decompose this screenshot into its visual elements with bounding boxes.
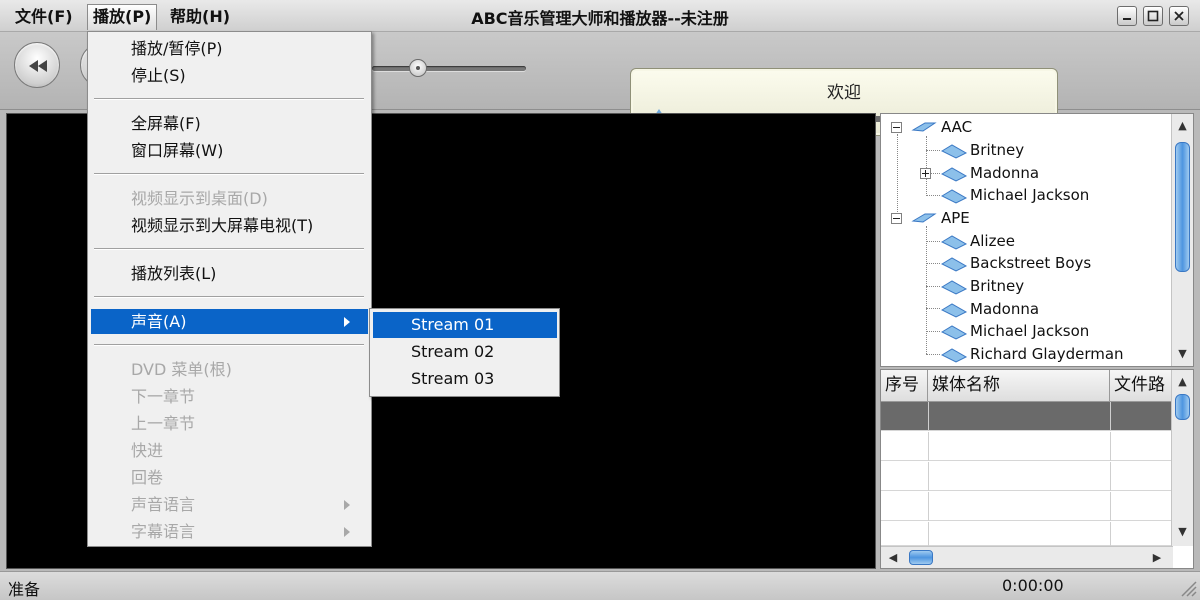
menu-file[interactable]: 文件(F): [10, 4, 78, 30]
menu-item-audio-label: 声音(A): [131, 312, 187, 331]
playlist-vscroll-thumb[interactable]: [1175, 394, 1190, 420]
menu-item-stop[interactable]: 停止(S): [91, 63, 368, 88]
audio-submenu: Stream 01 Stream 02 Stream 03: [369, 308, 560, 397]
menu-separator: [94, 98, 364, 100]
library-tree: AAC Britney Madonna Michael Jackson APE …: [880, 113, 1194, 367]
table-row[interactable]: [881, 462, 1173, 491]
folder-icon: [940, 235, 968, 250]
maximize-button[interactable]: [1143, 6, 1163, 26]
tree-line: [926, 263, 940, 264]
playlist-hscrollbar[interactable]: ◀ ▶: [881, 546, 1173, 568]
menu-item-dvd-menu: DVD 菜单(根): [131, 360, 232, 379]
folder-icon: [940, 348, 968, 363]
menu-help[interactable]: 帮助(H): [165, 4, 235, 30]
menu-item-next-chapter: 下一章节: [131, 387, 196, 406]
playlist-hscroll-thumb[interactable]: [909, 550, 933, 565]
volume-slider-track[interactable]: [372, 66, 526, 71]
tree-scrollbar[interactable]: ▲ ▼: [1171, 114, 1193, 366]
scroll-up-icon[interactable]: ▲: [1172, 116, 1193, 136]
scroll-up-icon[interactable]: ▲: [1172, 372, 1193, 392]
tree-expand-toggle[interactable]: [920, 168, 931, 179]
column-header-media-name[interactable]: 媒体名称: [928, 370, 1110, 401]
scroll-down-icon[interactable]: ▼: [1172, 522, 1193, 542]
title-bar: 文件(F) 播放(P) 帮助(H) ABC音乐管理大师和播放器--未注册: [0, 0, 1200, 32]
display-text: 欢迎: [827, 83, 861, 103]
menu-play[interactable]: 播放(P): [87, 4, 158, 30]
menu-item-subtitle-language-label: 字幕语言: [131, 522, 196, 541]
tree-line: [926, 136, 927, 196]
table-row[interactable]: [881, 492, 1173, 521]
tree-line: [926, 331, 940, 332]
submenu-item-stream-01[interactable]: Stream 01: [373, 312, 557, 338]
folder-icon: [940, 303, 968, 318]
status-bar: 准备 0:00:00: [0, 571, 1200, 600]
folder-icon: [940, 167, 968, 182]
menu-item-fullscreen[interactable]: 全屏幕(F): [91, 111, 368, 136]
tree-line: [926, 241, 940, 242]
menu-item-audio[interactable]: 声音(A): [91, 309, 368, 334]
menu-item-play-pause[interactable]: 播放/暂停(P): [91, 36, 368, 61]
column-header-index[interactable]: 序号: [881, 370, 928, 401]
menu-item-playlist[interactable]: 播放列表(L): [91, 261, 368, 286]
tree-line: [926, 286, 940, 287]
scroll-right-icon[interactable]: ▶: [1147, 547, 1167, 568]
playlist-header: 序号 媒体名称 文件路: [881, 370, 1173, 402]
tree-scroll-thumb[interactable]: [1175, 142, 1190, 272]
minimize-button[interactable]: [1117, 6, 1137, 26]
menu-item-audio-language: 声音语言: [91, 492, 368, 517]
table-row[interactable]: [881, 432, 1173, 461]
tree-line: [897, 134, 898, 218]
folder-icon: [940, 257, 968, 272]
playlist-vscrollbar[interactable]: ▲ ▼: [1171, 370, 1193, 546]
menu-item-subtitle-language: 字幕语言: [91, 519, 368, 544]
folder-open-icon: [911, 122, 937, 132]
menu-item-fast-forward: 快进: [131, 441, 164, 460]
tree-line: [926, 150, 940, 151]
folder-icon: [940, 280, 968, 295]
submenu-item-stream-02[interactable]: Stream 02: [373, 339, 557, 365]
menu-item-prev-chapter: 上一章节: [131, 414, 196, 433]
column-header-file-path[interactable]: 文件路: [1110, 370, 1173, 401]
submenu-arrow-icon: [344, 527, 350, 537]
tree-line: [926, 195, 940, 196]
close-button[interactable]: [1169, 6, 1189, 26]
tree-line: [926, 354, 940, 355]
tree-collapse-toggle[interactable]: [891, 213, 902, 224]
menu-item-video-to-tv[interactable]: 视频显示到大屏幕电视(T): [91, 213, 368, 238]
submenu-item-stream-03[interactable]: Stream 03: [373, 366, 557, 392]
minimize-icon: [1123, 18, 1131, 20]
submenu-arrow-icon: [344, 500, 350, 510]
menu-separator: [94, 248, 364, 250]
tree-line: [931, 173, 940, 174]
table-row[interactable]: [881, 402, 1173, 431]
close-icon: [1174, 11, 1184, 21]
menu-separator: [94, 344, 364, 346]
menu-separator: [94, 296, 364, 298]
status-time: 0:00:00: [1002, 576, 1064, 595]
resize-grip-icon[interactable]: [1176, 576, 1198, 598]
menu-separator: [94, 173, 364, 175]
scroll-down-icon[interactable]: ▼: [1172, 344, 1193, 364]
menu-item-window-screen[interactable]: 窗口屏幕(W): [91, 138, 368, 163]
tree-line: [926, 308, 940, 309]
folder-icon: [940, 325, 968, 340]
volume-slider-thumb[interactable]: [409, 59, 427, 77]
tree-collapse-toggle[interactable]: [891, 122, 902, 133]
tree-line: [926, 226, 927, 354]
rewind-button[interactable]: [14, 42, 60, 88]
menu-item-rewind: 回卷: [131, 468, 164, 487]
menu-item-video-to-desktop: 视频显示到桌面(D): [131, 189, 268, 208]
status-text: 准备: [8, 580, 41, 599]
scroll-left-icon[interactable]: ◀: [883, 547, 903, 568]
rewind-icon: [29, 60, 47, 72]
table-row[interactable]: [881, 522, 1173, 546]
menu-item-audio-language-label: 声音语言: [131, 495, 196, 514]
play-menu: 播放/暂停(P) 停止(S) 全屏幕(F) 窗口屏幕(W) 视频显示到桌面(D)…: [87, 31, 372, 547]
submenu-arrow-icon: [344, 317, 350, 327]
folder-open-icon: [911, 213, 937, 223]
folder-icon: [940, 144, 968, 159]
maximize-icon: [1147, 10, 1159, 22]
playlist-panel: 序号 媒体名称 文件路 ▲ ▼ ◀ ▶: [880, 369, 1194, 569]
folder-icon: [940, 189, 968, 204]
